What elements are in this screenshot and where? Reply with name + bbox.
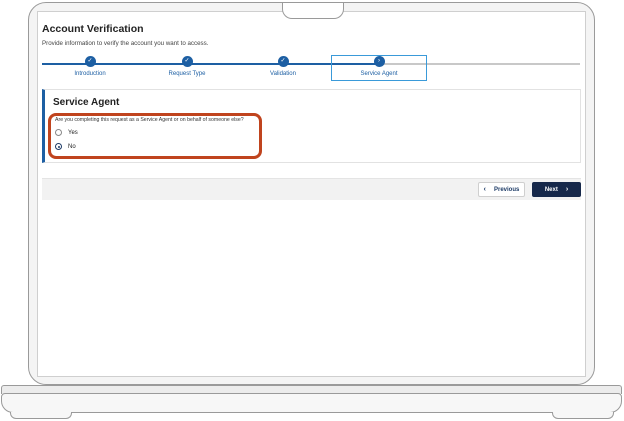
step-label: Introduction <box>74 71 106 77</box>
step-validation[interactable]: ✓ Validation <box>238 56 328 77</box>
previous-button[interactable]: ‹ Previous <box>478 182 525 197</box>
radio-yes[interactable] <box>55 129 62 136</box>
previous-label: Previous <box>493 186 520 193</box>
radio-no[interactable] <box>55 143 62 150</box>
option-no[interactable]: No <box>55 143 76 150</box>
laptop-foot-right <box>552 412 614 419</box>
next-button[interactable]: Next › <box>532 182 581 197</box>
service-agent-section: Service Agent Are you completing this re… <box>42 89 581 163</box>
step-service-agent[interactable]: › Service Agent <box>334 56 424 77</box>
step-introduction[interactable]: ✓ Introduction <box>45 56 135 77</box>
section-title: Service Agent <box>53 97 120 108</box>
form-navigation-bar: ‹ Previous Next › <box>42 178 581 200</box>
step-request-type[interactable]: ✓ Request Type <box>142 56 232 77</box>
screen: Account Verification Provide information… <box>37 11 586 377</box>
laptop-base <box>1 393 622 413</box>
option-yes[interactable]: Yes <box>55 129 78 136</box>
check-icon: ✓ <box>277 56 289 67</box>
chevron-right-icon: › <box>373 56 385 67</box>
page-title: Account Verification <box>42 23 144 35</box>
radio-label: No <box>68 143 76 150</box>
step-label: Request Type <box>168 71 206 77</box>
chevron-left-icon: ‹ <box>483 186 486 193</box>
check-icon: ✓ <box>181 56 193 67</box>
check-icon: ✓ <box>84 56 96 67</box>
chevron-right-icon: › <box>565 186 569 193</box>
radio-label: Yes <box>68 129 78 136</box>
step-label: Validation <box>270 71 296 77</box>
page-subtitle: Provide information to verify the accoun… <box>42 40 209 47</box>
laptop-camera-notch <box>282 3 344 19</box>
step-label: Service Agent <box>360 71 398 77</box>
next-label: Next <box>544 186 558 193</box>
laptop-foot-left <box>10 412 72 419</box>
service-agent-question: Are you completing this request as a Ser… <box>55 117 244 123</box>
